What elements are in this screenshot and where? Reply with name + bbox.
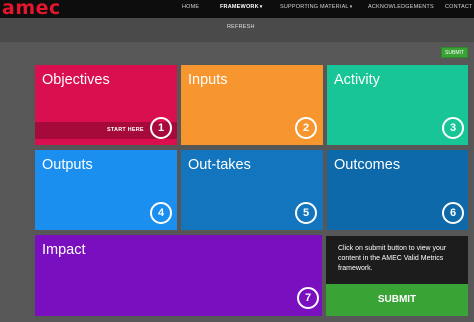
step-number-badge: 1 <box>150 117 172 139</box>
tile-title: Inputs <box>188 72 228 88</box>
start-here-label: START HERE <box>107 127 144 133</box>
nav-home[interactable]: HOME <box>182 4 199 10</box>
step-number-badge: 5 <box>295 202 317 224</box>
tile-objectives[interactable]: Objectives START HERE 1 <box>35 65 177 145</box>
submit-instructions: Click on submit button to view your cont… <box>338 245 447 272</box>
top-nav-bar: amec HOME FRAMEWORK▾ SUPPORTING MATERIAL… <box>0 0 474 19</box>
step-number-badge: 4 <box>150 202 172 224</box>
submit-info-panel: Click on submit button to view your cont… <box>326 236 468 316</box>
tile-out-takes[interactable]: Out-takes 5 <box>181 150 323 230</box>
tile-title: Out-takes <box>188 157 251 173</box>
nav-acknowledgements[interactable]: ACKNOWLEDGEMENTS <box>368 4 434 10</box>
step-number-badge: 6 <box>442 202 464 224</box>
refresh-button[interactable]: REFRESH <box>227 24 255 30</box>
step-number-badge: 7 <box>297 287 319 309</box>
tile-outcomes[interactable]: Outcomes 6 <box>327 150 468 230</box>
step-number-badge: 3 <box>442 117 464 139</box>
tile-impact[interactable]: Impact 7 <box>35 235 322 316</box>
submit-button[interactable]: SUBMIT <box>326 284 468 316</box>
nav-contact[interactable]: CONTACT <box>445 4 473 10</box>
tile-title: Impact <box>42 242 86 258</box>
tile-inputs[interactable]: Inputs 2 <box>181 65 323 145</box>
chevron-down-icon: ▾ <box>259 4 263 10</box>
tile-title: Activity <box>334 72 380 88</box>
nav-framework[interactable]: FRAMEWORK▾ <box>220 4 263 10</box>
amec-logo[interactable]: amec <box>2 0 61 19</box>
step-number-badge: 2 <box>295 117 317 139</box>
submit-button-top[interactable]: SUBMIT <box>441 47 468 58</box>
tile-activity[interactable]: Activity 3 <box>327 65 468 145</box>
nav-supporting-material[interactable]: SUPPORTING MATERIAL▾ <box>280 4 352 10</box>
tile-title: Objectives <box>42 72 110 88</box>
tile-title: Outputs <box>42 157 93 173</box>
tile-outputs[interactable]: Outputs 4 <box>35 150 177 230</box>
sub-toolbar: REFRESH <box>0 18 474 42</box>
tile-title: Outcomes <box>334 157 401 173</box>
chevron-down-icon: ▾ <box>349 4 353 10</box>
